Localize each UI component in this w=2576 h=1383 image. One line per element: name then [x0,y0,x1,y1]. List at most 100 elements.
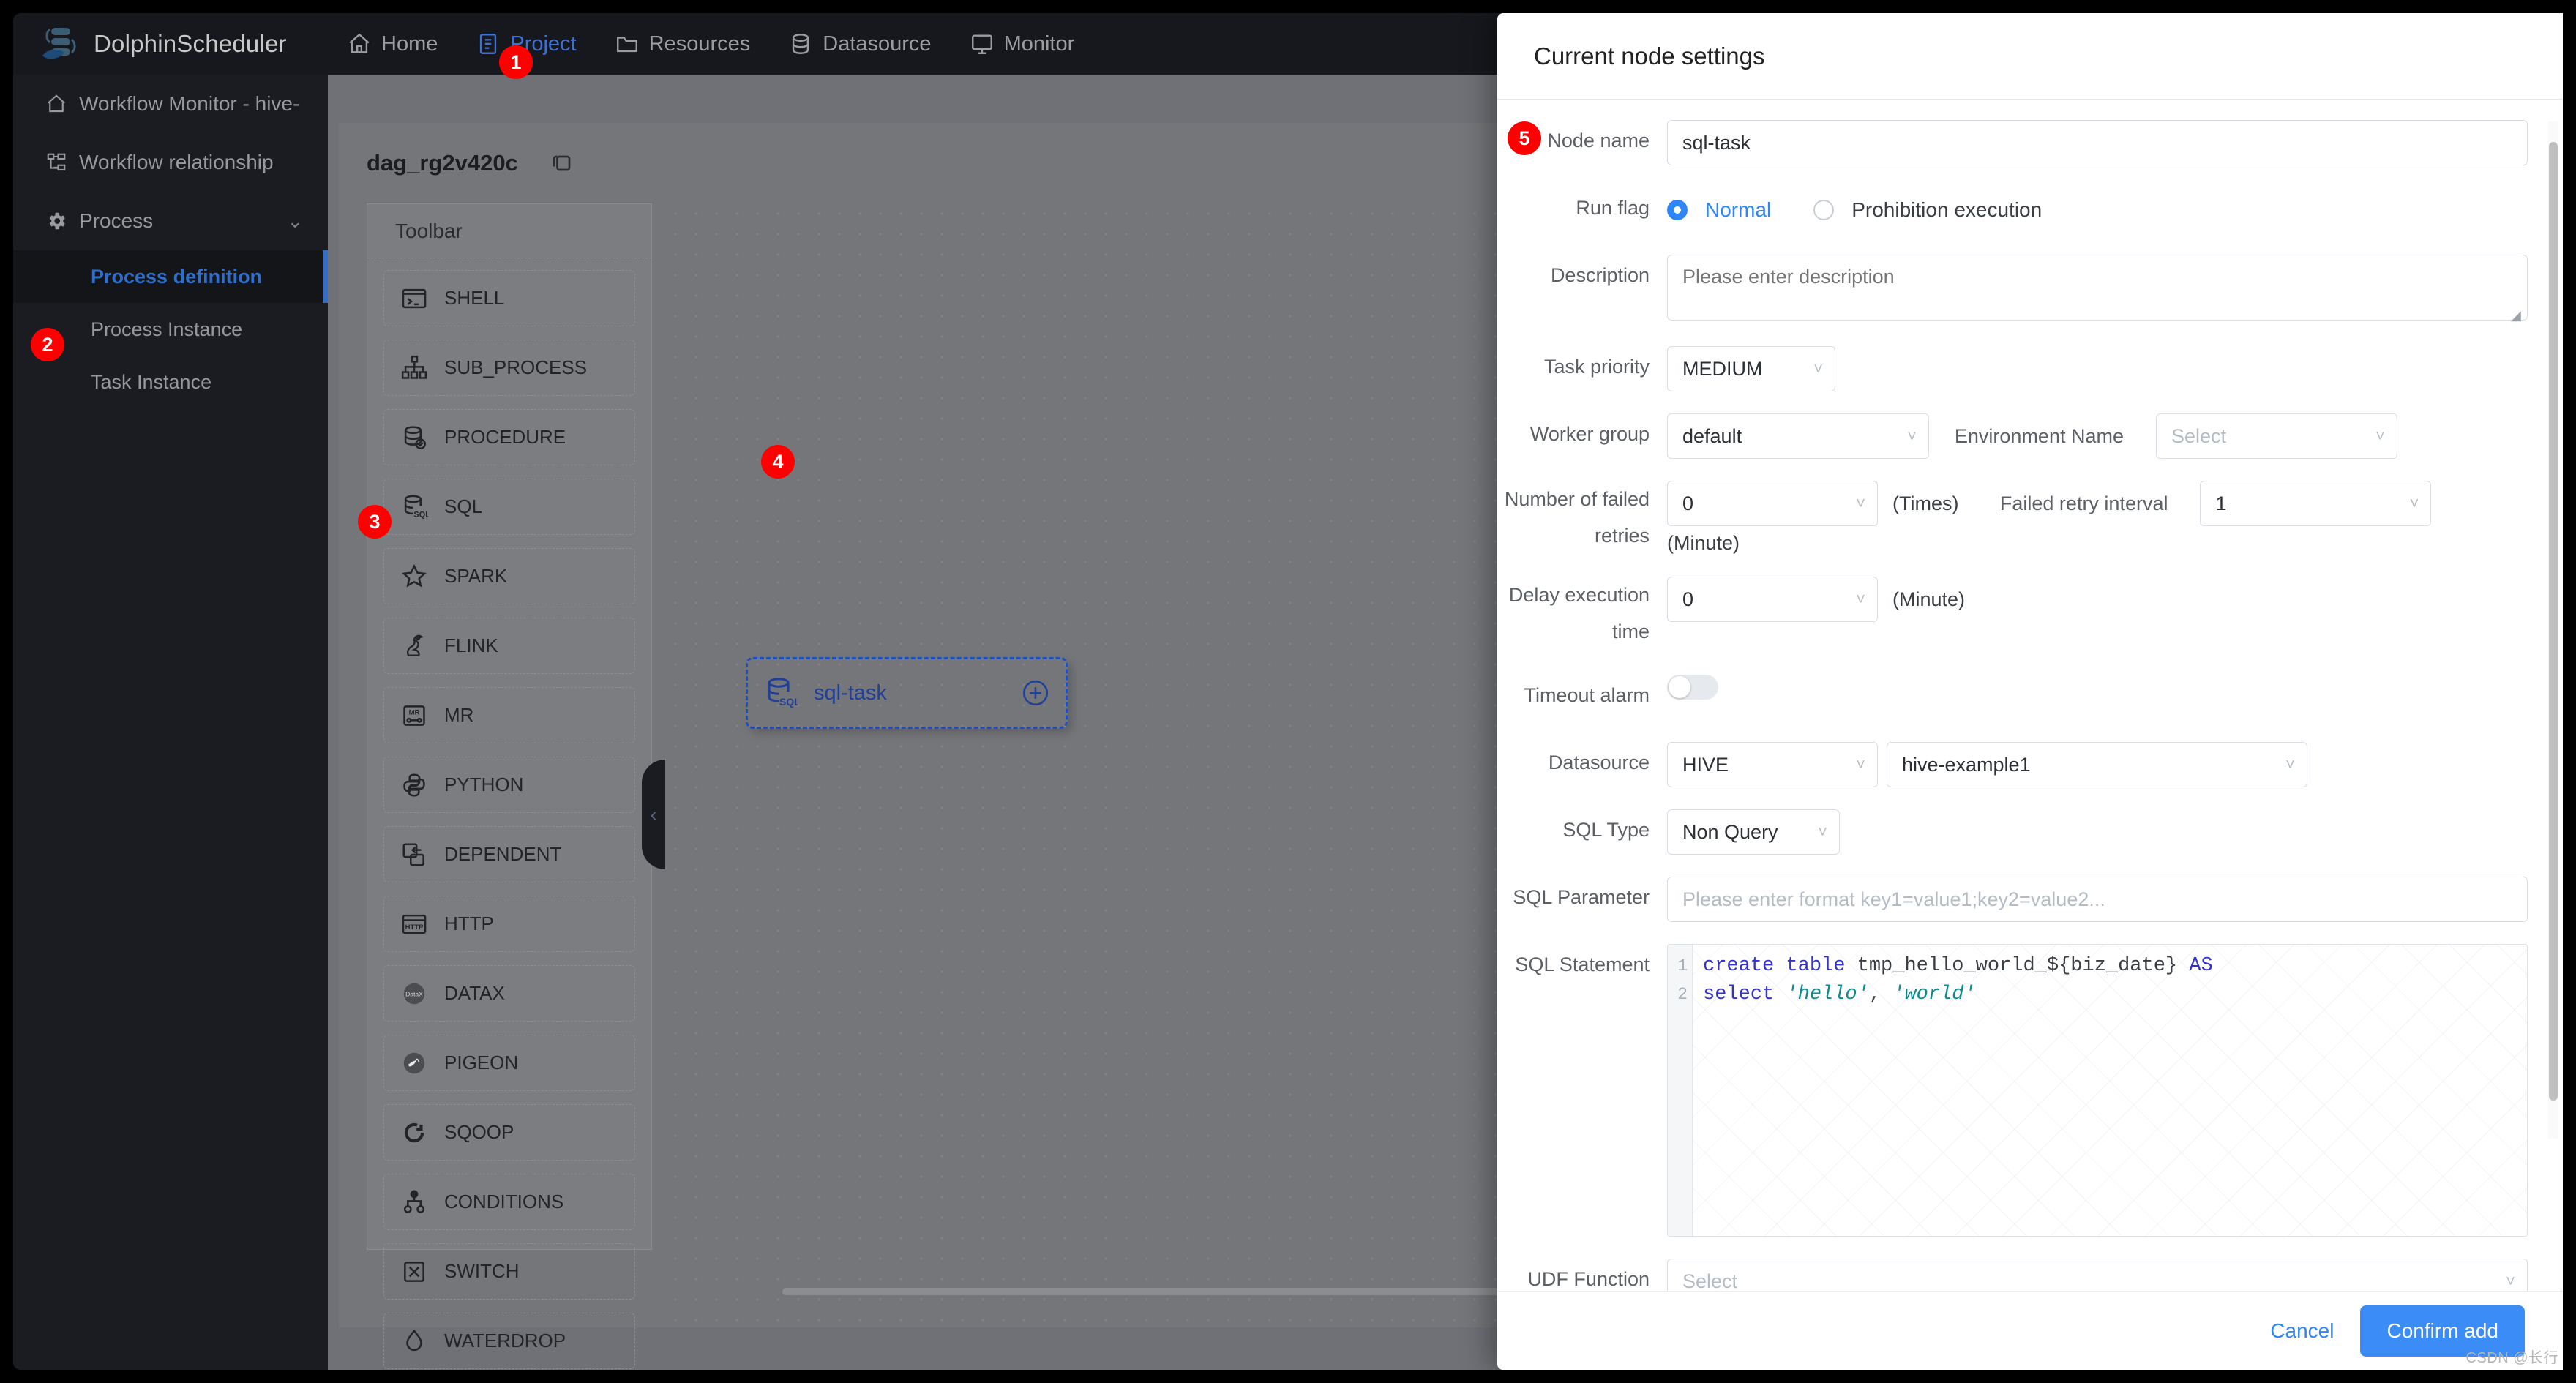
tool-item-spark[interactable]: SPARK [383,548,635,604]
radio-group-run-flag: Normal Prohibition execution [1667,187,2042,233]
radio-label-normal[interactable]: Normal [1705,198,1771,222]
chevron-left-icon: ‹ [651,803,657,826]
tool-item-sub-process[interactable]: SUB_PROCESS [383,340,635,396]
node-name-input[interactable]: sql-task [1667,120,2528,165]
environment-name-select[interactable]: Select ˅ [2156,413,2397,459]
terminal-icon [400,285,428,312]
description-textarea[interactable] [1667,255,2528,321]
chevron-down-icon: ˅ [1856,590,1865,609]
field-datasource: Datasource HIVE ˅ hive-example1 ˅ [1497,742,2563,787]
label-run-flag: Run flag [1497,187,1667,228]
tool-label-sub-process: SUB_PROCESS [444,356,587,379]
delay-execution-time-value: 0 [1682,588,1693,611]
datax-icon: DataX [400,980,428,1008]
editor-gutter: 1 2 [1668,945,1693,1236]
radio-label-prohibition-execution[interactable]: Prohibition execution [1852,198,2042,222]
label-worker-group: Worker group [1497,413,1667,454]
tool-label-shell: SHELL [444,287,504,310]
tool-item-http[interactable]: HTTP HTTP [383,896,635,952]
tool-label-waterdrop: WATERDROP [444,1330,566,1352]
nav-label-resources: Resources [649,32,751,56]
delay-execution-time-select[interactable]: 0 ˅ [1667,577,1878,622]
nav-item-resources[interactable]: Resources [596,13,770,75]
failed-retry-interval-select[interactable]: 1 ˅ [2200,481,2431,526]
tool-item-pigeon[interactable]: PIGEON [383,1035,635,1091]
tool-item-waterdrop[interactable]: WATERDROP [383,1313,635,1369]
field-worker-group: Worker group default ˅ Environment Name … [1497,413,2563,459]
plus-circle-icon[interactable] [1020,678,1051,708]
tool-item-dependent[interactable]: DEPENDENT [383,826,635,882]
tool-item-sqoop[interactable]: SQOOP [383,1104,635,1161]
sql-statement-editor[interactable]: 1 2 create table tmp_hello_world_${biz_d… [1667,944,2528,1237]
tool-item-sql[interactable]: SQL SQL [383,479,635,535]
canvas-collapse-handle[interactable]: ‹ [642,760,665,869]
editor-code-area[interactable]: create table tmp_hello_world_${biz_date}… [1693,945,2527,1236]
label-sql-statement: SQL Statement [1497,944,1667,985]
tool-item-flink[interactable]: FLINK [383,618,635,674]
tool-item-switch[interactable]: SWITCH [383,1243,635,1300]
datasource-type-select[interactable]: HIVE ˅ [1667,742,1878,787]
dialog-body: Node name sql-task Run flag Normal Prohi… [1497,100,2563,1291]
sidebar-item-workflow-relationship[interactable]: Workflow relationship [13,133,328,192]
failed-retries-select[interactable]: 0 ˅ [1667,481,1878,526]
tool-item-datax[interactable]: DataX DATAX [383,965,635,1022]
task-priority-select[interactable]: MEDIUM ˅ [1667,346,1835,391]
nav-item-home[interactable]: Home [328,13,457,75]
label-environment-name: Environment Name [1944,413,2141,459]
field-delay-execution-time: Delay execution time 0 ˅ (Minute) [1497,577,2563,650]
dialog-scrollbar[interactable] [2548,121,2558,1139]
nav-item-datasource[interactable]: Datasource [769,13,950,75]
sqoop-icon [400,1119,428,1147]
tool-item-conditions[interactable]: CONDITIONS [383,1174,635,1230]
task-toolbar-panel: Toolbar SHELL [367,203,652,1250]
chevron-down-icon: ˅ [2375,427,2385,446]
tool-label-mr: MR [444,704,473,727]
star-icon [400,563,428,591]
tool-item-shell[interactable]: SHELL [383,270,635,326]
sidebar-item-workflow-monitor[interactable]: Workflow Monitor - hive- [13,75,328,133]
dag-node-sql-task[interactable]: SQL sql-task [746,657,1068,729]
field-sql-statement: SQL Statement 1 2 create table tmp_hello… [1497,944,2563,1237]
code-line: create table tmp_hello_world_${biz_date}… [1703,952,2527,981]
tool-item-mr[interactable]: MR MR [383,687,635,743]
field-failed-retries: Number of failed retries 0 ˅ (Minute) (T… [1497,481,2563,555]
dialog-scrollbar-thumb[interactable] [2549,142,2558,1101]
resize-grip-icon[interactable]: ◢ [2511,309,2523,321]
worker-group-select[interactable]: default ˅ [1667,413,1929,459]
code-token: 'hello' [1786,983,1868,1005]
sidebar-label-task-instance: Task Instance [91,371,211,394]
task-priority-value: MEDIUM [1682,358,1763,381]
radio-normal[interactable] [1667,200,1688,220]
sidebar-item-process-definition[interactable]: Process definition [13,250,328,303]
field-sql-parameter: SQL Parameter Please enter format key1=v… [1497,877,2563,922]
udf-function-select[interactable]: Select ˅ [1667,1259,2528,1291]
step-badge-2: 2 [31,328,64,361]
radio-prohibition-execution[interactable] [1813,200,1834,220]
database-icon [788,31,813,56]
cancel-button[interactable]: Cancel [2270,1319,2334,1343]
sidebar-item-process[interactable]: Process ⌄ [13,192,328,250]
folder-icon [615,31,640,56]
copy-icon[interactable] [547,150,574,176]
tool-label-switch: SWITCH [444,1260,520,1283]
label-sql-type: SQL Type [1497,809,1667,850]
switch-icon [400,1258,428,1286]
datasource-instance-select[interactable]: hive-example1 ˅ [1887,742,2307,787]
timeout-alarm-toggle[interactable] [1667,675,1718,700]
database-sql-icon: SQL [400,493,428,521]
sql-parameter-input[interactable]: Please enter format key1=value1;key2=val… [1667,877,2528,922]
tool-label-conditions: CONDITIONS [444,1191,564,1213]
field-task-priority: Task priority MEDIUM ˅ [1497,346,2563,391]
tool-label-spark: SPARK [444,565,507,588]
tool-item-python[interactable]: PYTHON [383,757,635,813]
sidebar-item-task-instance[interactable]: Task Instance [13,356,328,408]
datasource-type-value: HIVE [1682,754,1729,776]
sidebar-label-workflow-monitor: Workflow Monitor - hive- [79,92,299,116]
chevron-down-icon: ˅ [2285,755,2295,774]
code-token: 'world' [1892,983,1975,1005]
nav-item-monitor[interactable]: Monitor [951,13,1094,75]
tool-item-procedure[interactable]: PROCEDURE [383,409,635,465]
sql-type-select[interactable]: Non Query ˅ [1667,809,1840,855]
mapreduce-icon: MR [400,702,428,730]
monitor-icon [970,31,995,56]
